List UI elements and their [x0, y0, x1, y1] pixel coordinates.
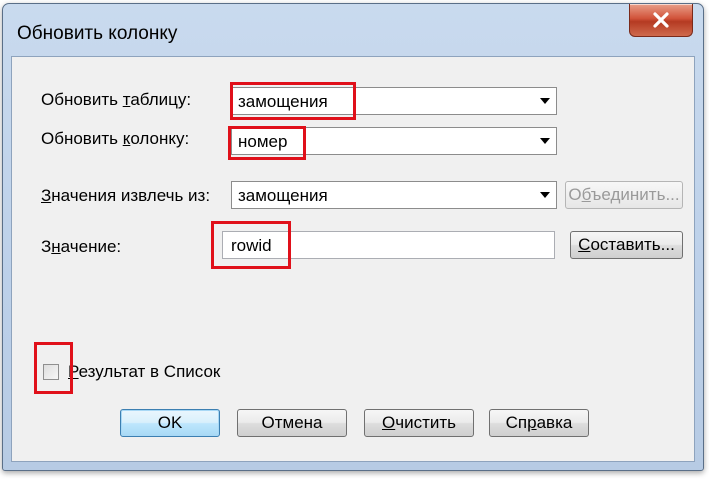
update-column-label: Обновить колонку: — [41, 129, 190, 148]
dialog-window: Обновить колонку Обновить таблицу: замощ… — [2, 3, 704, 471]
value-input[interactable]: rowid — [222, 231, 555, 259]
source-value: замощения — [238, 186, 328, 205]
chevron-down-icon[interactable] — [534, 88, 556, 114]
clear-button[interactable]: Очистить — [364, 409, 474, 437]
update-column-value: номер — [238, 132, 288, 151]
value-label: Значение: — [41, 237, 122, 256]
window-title: Обновить колонку — [17, 23, 178, 44]
update-table-value: замощения — [238, 92, 328, 111]
source-select[interactable]: замощения — [231, 181, 557, 209]
update-table-label: Обновить таблицу: — [41, 90, 192, 109]
build-button[interactable]: Составить... — [570, 231, 683, 259]
update-table-select[interactable]: замощения — [231, 87, 557, 115]
chevron-down-icon[interactable] — [534, 182, 556, 208]
cancel-button[interactable]: Отмена — [237, 409, 347, 437]
dialog-body: Обновить таблицу: замощения Обновить кол… — [11, 56, 695, 462]
source-label: Значения извлечь из: — [41, 186, 211, 205]
close-icon — [653, 12, 669, 28]
chevron-down-icon[interactable] — [534, 128, 556, 154]
value-input-text: rowid — [231, 236, 272, 255]
ok-button[interactable]: OK — [120, 409, 220, 437]
result-checkbox-label[interactable]: Результат в Список — [68, 362, 220, 382]
join-button[interactable]: Объединить... — [565, 181, 683, 209]
title-bar[interactable]: Обновить колонку — [3, 4, 703, 56]
update-column-select[interactable]: номер — [231, 127, 557, 155]
close-button[interactable] — [629, 4, 693, 37]
result-checkbox[interactable] — [43, 364, 59, 380]
help-button[interactable]: Справка — [489, 409, 589, 437]
